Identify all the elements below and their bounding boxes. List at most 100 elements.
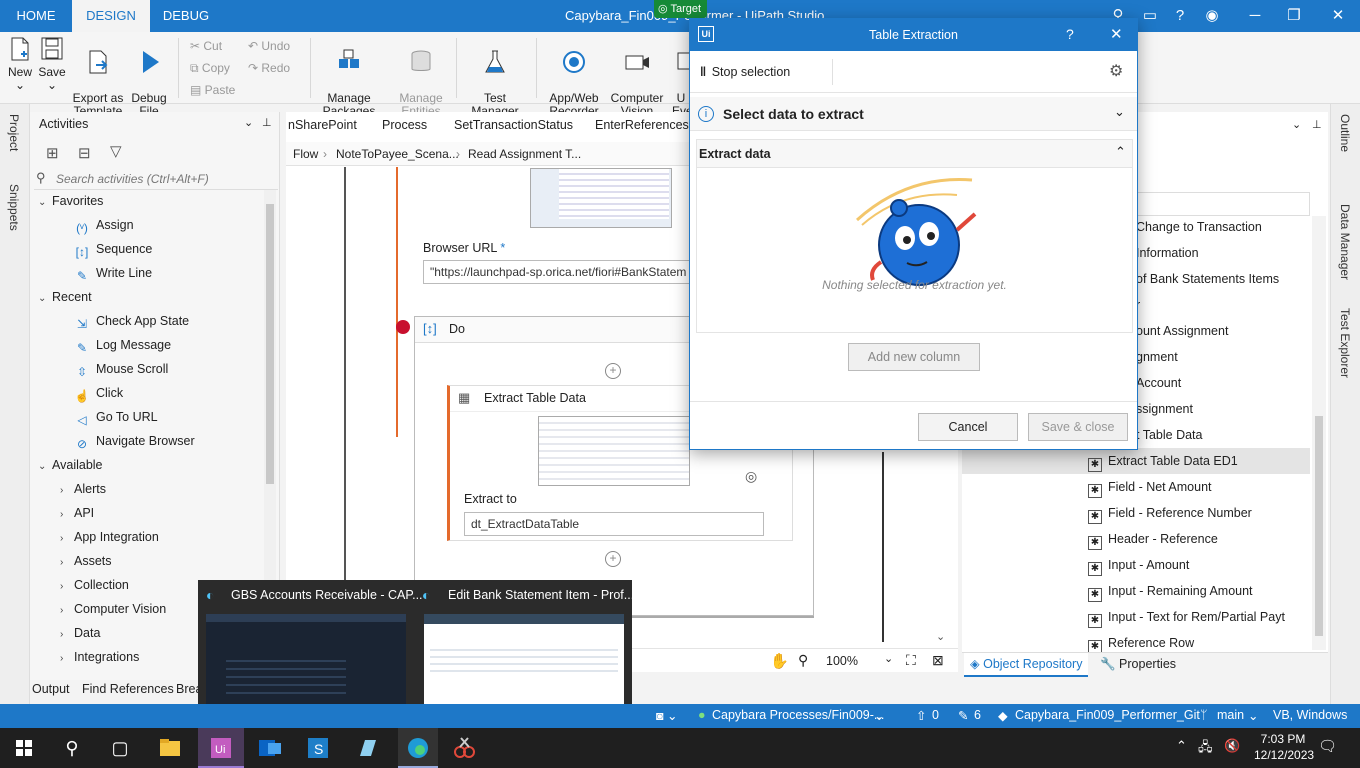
doc-tab-enterreferences[interactable]: EnterReferencesIn <box>595 118 699 132</box>
chevron-up-icon[interactable]: ⌃ <box>1176 738 1187 754</box>
notification-icon[interactable]: 🗨 <box>1318 737 1337 755</box>
save-close-button[interactable]: Save & close <box>1028 413 1128 441</box>
tab-design[interactable]: DESIGN <box>72 0 150 32</box>
snippets-panel-tab[interactable]: Snippets <box>7 184 21 231</box>
test-manager-button[interactable]: Test Manager <box>466 36 524 118</box>
breadcrumb-read-assignment[interactable]: Read Assignment T... <box>468 142 581 166</box>
tab-debug[interactable]: DEBUG <box>150 0 222 32</box>
export-template-button[interactable]: Export as Template <box>72 36 124 118</box>
doc-tab-process[interactable]: Process <box>382 118 427 132</box>
computer-vision-button[interactable]: Computer Vision <box>608 36 666 118</box>
manage-packages-button[interactable]: Manage Packages <box>322 36 376 118</box>
activity-category-app-integration[interactable]: › App Integration <box>60 526 159 548</box>
repository-item[interactable]: ✱ Field - Reference Number <box>962 500 1310 526</box>
debug-file-button[interactable]: Debug File <box>128 36 170 118</box>
recorder-button[interactable]: App/Web Recorder <box>546 36 602 118</box>
activity-category-assets[interactable]: › Assets <box>60 550 112 572</box>
repository-item[interactable]: ✱ Input - Text for Rem/Partial Payt <box>962 604 1310 630</box>
collapse-all-icon[interactable]: ⊟ <box>78 144 91 162</box>
chevron-up-icon[interactable]: ⌃ <box>1115 144 1126 160</box>
repository-item[interactable]: ✱ Input - Remaining Amount <box>962 578 1310 604</box>
robot-status-icon[interactable]: ◙ ⌄ <box>656 708 678 723</box>
activity-group-favorites[interactable]: ⌄ Favorites <box>38 190 103 212</box>
clock[interactable]: 7:03 PM 12/12/2023 <box>1254 731 1314 763</box>
zoom-level[interactable]: 100% <box>826 654 858 668</box>
zoom-icon[interactable]: ⚲ <box>798 652 808 669</box>
tab-object-repository[interactable]: ◈ Object Repository <box>964 653 1089 677</box>
breadcrumb-flow[interactable]: Flow <box>293 142 318 166</box>
redo-button[interactable]: ↷ Redo <box>248 59 290 77</box>
help-icon[interactable]: ? <box>1066 26 1074 42</box>
cut-button[interactable]: ✂ Cut <box>190 37 222 55</box>
network-icon[interactable]: 🖧 <box>1198 738 1213 760</box>
activity-item-write-line[interactable]: ✎ Write Line <box>74 262 152 284</box>
repository-scrollbar[interactable] <box>1312 216 1326 650</box>
activity-category-api[interactable]: › API <box>60 502 94 524</box>
test-explorer-panel-tab[interactable]: Test Explorer <box>1338 308 1352 378</box>
tab-find-references[interactable]: Find References <box>82 682 174 696</box>
settings-gear-icon[interactable]: ⚙ <box>1109 61 1123 81</box>
project-panel-tab[interactable]: Project <box>7 114 21 151</box>
activity-category-collection[interactable]: › Collection <box>60 574 129 596</box>
repository-item[interactable]: ✱ Input - Amount <box>962 552 1310 578</box>
chevron-down-icon[interactable]: ⌄ <box>244 116 253 129</box>
tab-properties[interactable]: 🔧 Properties <box>1094 653 1182 677</box>
activity-item-assign[interactable]: (ᵛ) Assign <box>74 214 133 236</box>
repository-item[interactable]: ✱ Field - Net Amount <box>962 474 1310 500</box>
target-settings-icon[interactable]: ◎ <box>745 468 757 485</box>
user-events-button[interactable]: U Eve <box>672 36 690 118</box>
doc-tab-sharepoint[interactable]: nSharePoint <box>288 118 357 132</box>
search-icon[interactable]: ⚲ <box>56 732 88 764</box>
close-icon[interactable]: ✕ <box>1328 6 1348 26</box>
chevron-down-icon[interactable]: ⌄ <box>936 630 945 643</box>
snipping-tool-icon[interactable] <box>448 732 480 764</box>
minimize-icon[interactable]: ─ <box>1245 6 1265 26</box>
activity-item-log-message[interactable]: ✎ Log Message <box>74 334 171 356</box>
push-icon[interactable]: ⇧ <box>916 708 926 723</box>
breadcrumb-notetopayee[interactable]: NoteToPayee_Scena... <box>336 142 459 166</box>
outline-panel-tab[interactable]: Outline <box>1338 114 1352 152</box>
notepad-icon[interactable] <box>352 732 384 764</box>
extract-data-header[interactable]: Extract data ⌃ <box>697 140 1132 168</box>
breakpoint-icon[interactable] <box>396 320 410 334</box>
activity-category-data[interactable]: › Data <box>60 622 100 644</box>
chevron-down-icon[interactable]: ⌄ <box>874 708 884 723</box>
activity-item-click[interactable]: ☝ Click <box>74 382 124 404</box>
save-button[interactable]: Save ⌄ <box>38 36 66 92</box>
activity-item-check-app-state[interactable]: ⇲ Check App State <box>74 310 189 332</box>
overview-icon[interactable]: ⊠ <box>932 652 944 669</box>
new-button[interactable]: New ⌄ <box>6 36 34 92</box>
file-explorer-icon[interactable] <box>154 732 186 764</box>
task-view-icon[interactable]: ▢ <box>104 732 136 764</box>
pin-icon[interactable]: ⊥ <box>262 116 272 129</box>
data-manager-panel-tab[interactable]: Data Manager <box>1338 204 1352 280</box>
pin-icon[interactable]: ⊥ <box>1312 118 1322 131</box>
activity-category-integrations[interactable]: › Integrations <box>60 646 139 668</box>
close-icon[interactable]: ✕ <box>1110 25 1123 43</box>
activity-category-computer-vision[interactable]: › Computer Vision <box>60 598 166 620</box>
expand-all-icon[interactable]: ⊞ <box>46 144 59 162</box>
filter-icon[interactable]: ▽ <box>110 142 122 160</box>
git-branch[interactable]: main <box>1217 708 1244 722</box>
stop-selection-button[interactable]: ‖ Stop selection <box>700 63 790 81</box>
restore-icon[interactable]: ❐ <box>1284 6 1304 26</box>
extract-to-field[interactable]: dt_ExtractDataTable <box>464 512 764 536</box>
browser-url-field[interactable]: "https://launchpad-sp.orica.net/fiori#Ba… <box>423 260 691 284</box>
activity-category-alerts[interactable]: › Alerts <box>60 478 106 500</box>
activity-item-sequence[interactable]: [↕] Sequence <box>74 238 153 260</box>
add-activity-button[interactable]: + <box>605 551 621 567</box>
git-repo-name[interactable]: Capybara_Fin009_Performer_Git <box>1015 708 1200 722</box>
feedback-icon[interactable]: ▭ <box>1140 6 1160 26</box>
edge-taskbar-button[interactable] <box>398 728 438 768</box>
chevron-down-icon[interactable]: ⌄ <box>1114 104 1125 120</box>
fit-screen-icon[interactable]: ⛶ <box>906 652 916 669</box>
uipath-studio-taskbar-button[interactable]: Ui <box>198 728 244 768</box>
activities-search-box[interactable]: ⚲ Search activities (Ctrl+Alt+F) <box>34 168 278 190</box>
account-icon[interactable]: ◉ <box>1202 6 1222 26</box>
repository-item[interactable]: ✱ Header - Reference <box>962 526 1310 552</box>
sharepoint-icon[interactable]: S <box>302 732 334 764</box>
doc-tab-settransactionstatus[interactable]: SetTransactionStatus <box>454 118 573 132</box>
add-new-column-button[interactable]: Add new column <box>848 343 980 371</box>
chevron-down-icon[interactable]: ⌄ <box>884 652 893 665</box>
add-activity-button[interactable]: + <box>605 363 621 379</box>
